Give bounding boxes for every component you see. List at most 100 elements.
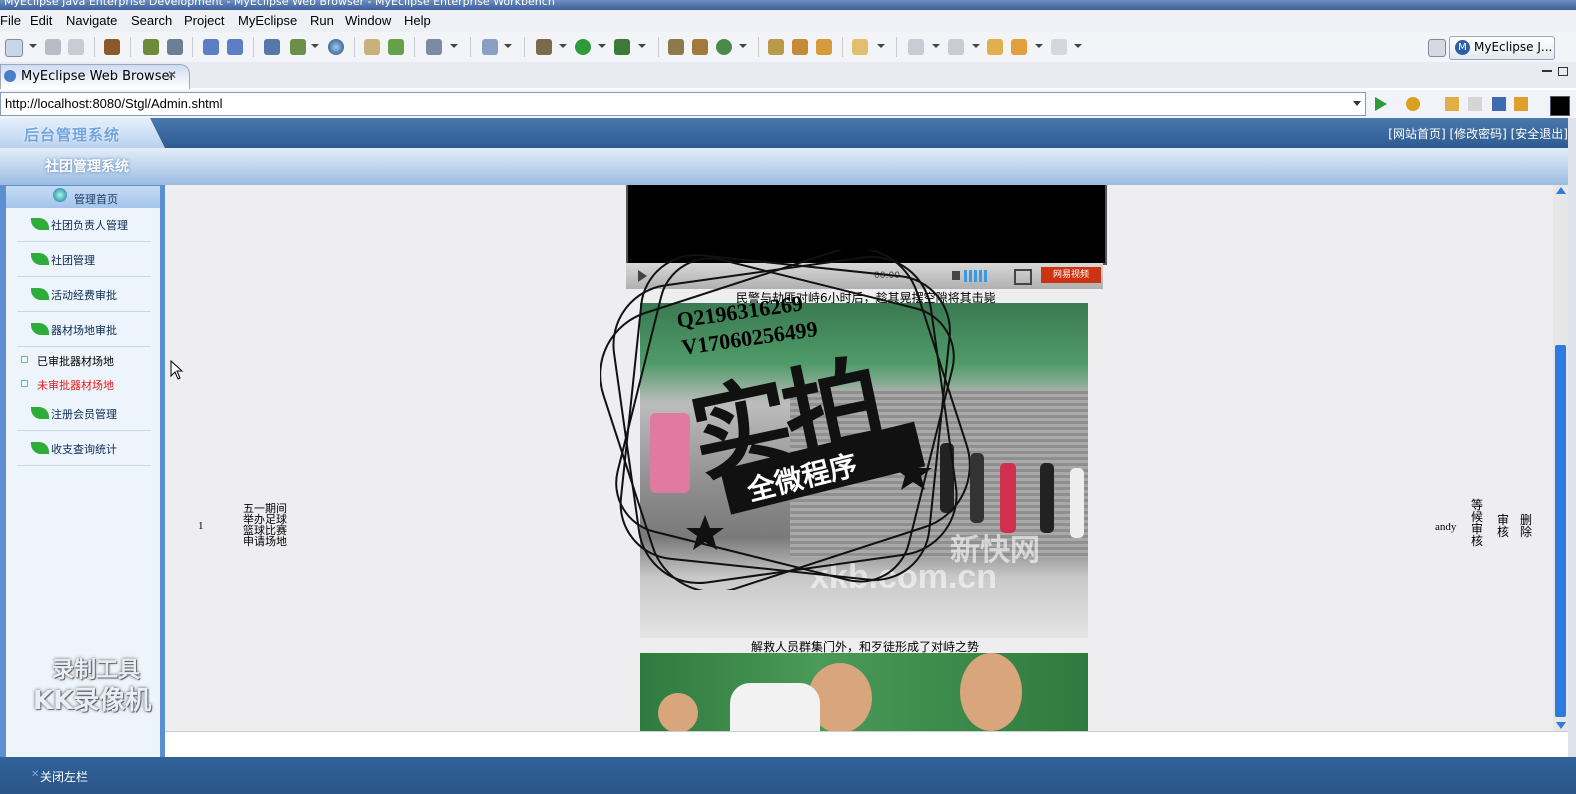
sidebar-item-label: 社团管理 [51,254,95,267]
maximize-icon[interactable] [1558,67,1568,76]
menu-file[interactable]: File [0,13,21,28]
run-dropdown-icon[interactable] [598,44,606,48]
sidebar-item-finance[interactable]: 收支查询统计 [17,431,151,466]
new-icon[interactable] [5,39,23,57]
fullscreen-icon[interactable] [1014,269,1032,285]
browser-icon[interactable] [328,39,344,55]
save-icon[interactable] [45,39,61,55]
web-subtitle: 社团管理系统 [45,159,129,175]
run-icon[interactable] [575,39,591,55]
bug-icon[interactable] [536,39,552,55]
deploy-icon[interactable] [203,39,219,55]
sidebar-item-label: 活动经费审批 [51,289,117,302]
menu-help[interactable]: Help [404,13,431,28]
content-scrollbar[interactable] [1553,185,1568,731]
review-link[interactable]: 审核 [1497,514,1510,538]
menu-myeclipse[interactable]: MyEclipse [238,13,297,28]
content-footer-area [165,731,1568,758]
open-perspective-icon[interactable] [1428,39,1446,57]
perspective-switcher[interactable]: M MyEclipse J... [1449,36,1555,60]
stop-icon[interactable] [1492,97,1506,111]
server-icon[interactable] [167,39,183,55]
print-icon[interactable] [68,39,84,55]
sidebar-item-club-leaders[interactable]: 社团负责人管理 [17,207,151,242]
prev-annotation-dropdown-icon[interactable] [972,44,980,48]
back-icon[interactable] [1011,39,1027,55]
pen-icon[interactable] [792,39,808,55]
leaf-icon [31,218,49,230]
row-title: 五一期间举办足球篮球比赛申请场地 [243,502,287,548]
external-tools-dropdown-icon[interactable] [638,44,646,48]
prev-annotation-icon[interactable] [948,39,964,55]
wizard-dropdown-icon[interactable] [504,44,512,48]
bottom-bar: ✕ 关闭左栏 [0,757,1576,794]
scroll-thumb[interactable] [1555,345,1566,717]
debug-server-icon[interactable] [143,39,159,55]
back-dropdown-icon[interactable] [1035,44,1043,48]
run-server-dropdown-icon[interactable] [311,44,319,48]
console-icon[interactable] [1550,96,1570,116]
sidebar-item-clubs[interactable]: 社团管理 [17,242,151,277]
sub-item-label: 未审批器材场地 [37,379,114,392]
tab-label: MyEclipse Web Browser [21,69,175,84]
run-server-icon[interactable] [290,39,306,55]
scroll-down-icon[interactable] [1556,722,1566,729]
new-dropdown-icon[interactable] [29,44,37,48]
video-brand: 网易视频 [1041,267,1101,283]
search-files-dropdown-icon[interactable] [877,44,885,48]
menu-run[interactable]: Run [310,13,334,28]
next-annotation-dropdown-icon[interactable] [932,44,940,48]
image-dropdown-icon[interactable] [450,44,458,48]
menu-edit[interactable]: Edit [30,13,52,28]
hierarchy-icon[interactable] [264,39,280,55]
last-edit-icon[interactable] [987,39,1003,55]
menu-navigate[interactable]: Navigate [66,13,117,28]
sidebar-home-link[interactable]: 管理首页 [6,186,160,208]
open-folder-icon[interactable] [768,39,784,55]
minimize-icon[interactable] [1542,70,1552,72]
next-annotation-icon[interactable] [908,39,924,55]
close-sidebar-link[interactable]: 关闭左栏 [40,768,88,785]
scroll-up-icon[interactable] [1556,187,1566,194]
add-icon[interactable] [388,39,404,55]
go-icon[interactable] [1375,97,1387,111]
refresh-icon[interactable] [716,39,732,55]
delete-link[interactable]: 删除 [1520,514,1533,538]
bullet-icon [21,380,28,387]
recorder-watermark-2: KK录像机 [33,686,152,716]
package-icon[interactable] [104,39,120,55]
close-sidebar-icon[interactable]: ✕ [31,769,39,780]
tab-web-browser[interactable]: MyEclipse Web Browser ✕ [0,64,190,89]
browser-refresh-icon[interactable] [1514,97,1528,111]
leaf-icon [31,442,49,454]
browser-forward-icon[interactable] [1468,97,1482,111]
favorites-icon[interactable] [1406,97,1420,111]
browser-back-icon[interactable] [1445,97,1459,111]
external-tools-icon[interactable] [614,39,630,55]
system-title-banner: 后台管理系统 [0,118,165,148]
wizard-icon[interactable] [482,39,498,55]
debug-dropdown-icon[interactable] [559,44,567,48]
menu-project[interactable]: Project [184,13,224,28]
forward-dropdown-icon[interactable] [1074,44,1082,48]
close-tab-icon[interactable]: ✕ [167,68,177,82]
url-dropdown-icon[interactable] [1353,101,1361,106]
perspective-label: MyEclipse J... [1474,40,1553,54]
new-package-icon[interactable] [692,39,708,55]
sidebar-item-funding[interactable]: 活动经费审批 [17,277,151,312]
top-links[interactable]: [网站首页] [修改密码] [安全退出] [1388,125,1568,142]
face-figure [658,693,698,733]
sidebar-item-members[interactable]: 注册会员管理 [17,396,151,431]
sidebar-item-equipment[interactable]: 器材场地审批 [17,312,151,347]
open-type-icon[interactable] [364,39,380,55]
image-icon[interactable] [426,39,442,55]
undeploy-icon[interactable] [227,39,243,55]
search-files-icon[interactable] [852,39,868,55]
url-input[interactable]: http://localhost:8080/Stgl/Admin.shtml [0,92,1366,116]
refresh-dropdown-icon[interactable] [739,44,747,48]
menu-window[interactable]: Window [345,13,391,28]
menu-search[interactable]: Search [131,13,172,28]
new-class-icon[interactable] [668,39,684,55]
task-icon[interactable] [816,39,832,55]
forward-icon[interactable] [1051,39,1067,55]
